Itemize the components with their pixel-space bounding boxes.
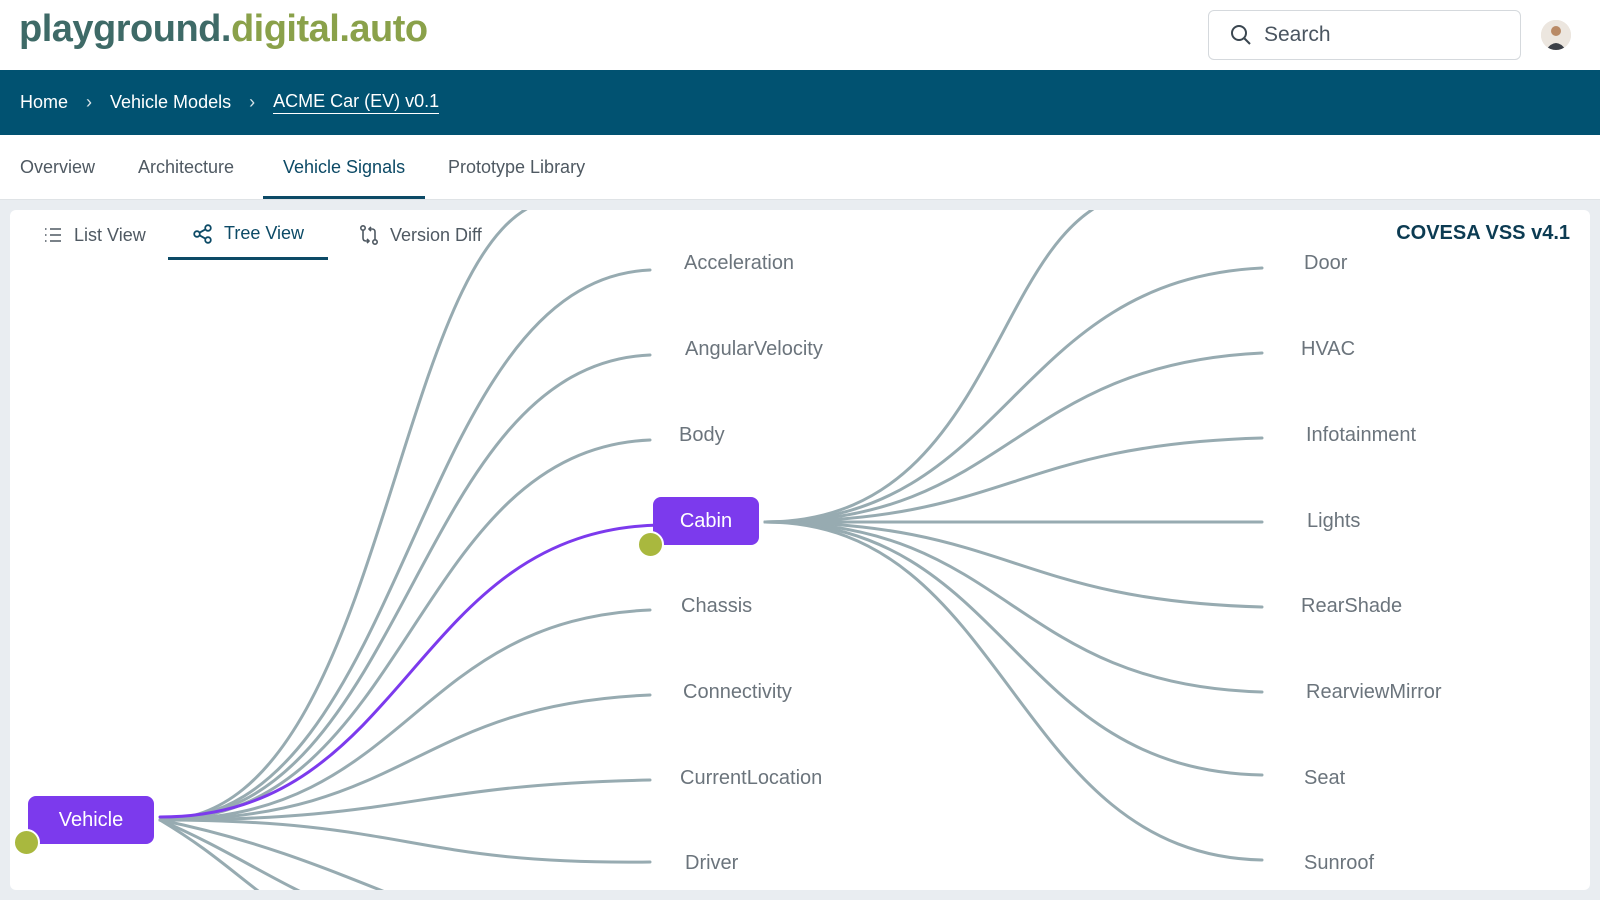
breadcrumb-vehicle-models[interactable]: Vehicle Models <box>110 92 231 113</box>
app-logo[interactable]: playground.digital.auto <box>19 8 428 51</box>
tree-node-seat[interactable]: Seat <box>1304 767 1345 790</box>
tree-node-angularvelocity[interactable]: AngularVelocity <box>685 338 823 361</box>
tree-node-cabin[interactable]: Cabin <box>653 497 759 545</box>
tree-node-infotainment[interactable]: Infotainment <box>1306 424 1416 447</box>
tab-architecture[interactable]: Architecture <box>118 135 254 199</box>
chevron-right-icon: › <box>86 92 93 112</box>
top-bar: playground.digital.auto Search <box>0 0 1600 70</box>
link-cabin-seat <box>763 520 1264 777</box>
link-cabin-offscreen <box>763 210 1095 524</box>
tree-node-hvac[interactable]: HVAC <box>1301 338 1355 361</box>
tree-node-body[interactable]: Body <box>679 424 725 447</box>
link-vehicle-offscreen-4 <box>158 818 385 890</box>
tree-node-sunroof[interactable]: Sunroof <box>1304 852 1374 875</box>
user-avatar[interactable] <box>1541 20 1571 50</box>
link-vehicle-cabin-highlight <box>158 523 662 819</box>
tab-prototype-library[interactable]: Prototype Library <box>428 135 605 199</box>
link-cabin-door <box>763 266 1264 524</box>
chevron-right-icon: › <box>249 92 256 112</box>
tree-node-rearshade[interactable]: RearShade <box>1301 595 1402 618</box>
avatar-icon <box>1541 20 1571 50</box>
link-cabin-rearviewmirror <box>763 520 1264 694</box>
tree-node-vehicle[interactable]: Vehicle <box>28 796 154 844</box>
tree-node-currentlocation[interactable]: CurrentLocation <box>680 767 822 790</box>
tab-vehicle-signals[interactable]: Vehicle Signals <box>263 135 426 199</box>
link-cabin-sunroof <box>763 520 1264 862</box>
logo-part-2: digital.auto <box>230 8 428 50</box>
breadcrumb-current-model[interactable]: ACME Car (EV) v0.1 <box>273 91 440 114</box>
tree-node-driver[interactable]: Driver <box>685 852 738 875</box>
link-vehicle-offscreen-3 <box>158 818 301 890</box>
link-vehicle-acceleration <box>158 268 652 822</box>
tree-node-chassis[interactable]: Chassis <box>681 595 752 618</box>
link-vehicle-angularvelocity <box>158 353 652 822</box>
tree-node-acceleration[interactable]: Acceleration <box>684 252 794 275</box>
link-vehicle-offscreen-2 <box>158 818 260 890</box>
tree-node-lights[interactable]: Lights <box>1307 510 1360 533</box>
collapse-toggle-cabin[interactable] <box>637 531 664 558</box>
tree-node-door[interactable]: Door <box>1304 252 1347 275</box>
signals-card: List View Tree View Version Diff COVESA … <box>10 210 1590 890</box>
search-box[interactable]: Search <box>1208 10 1521 60</box>
model-tabs: Overview Architecture Vehicle Signals Pr… <box>0 135 1600 200</box>
logo-part-1: playground. <box>19 8 231 50</box>
tree-node-rearviewmirror[interactable]: RearviewMirror <box>1306 681 1442 704</box>
breadcrumb: Home › Vehicle Models › ACME Car (EV) v0… <box>0 70 1600 135</box>
tree-node-connectivity[interactable]: Connectivity <box>683 681 792 704</box>
collapse-toggle-vehicle[interactable] <box>13 829 40 856</box>
tab-overview[interactable]: Overview <box>0 135 115 199</box>
search-placeholder: Search <box>1264 23 1331 46</box>
link-vehicle-offscreen-1 <box>158 210 529 822</box>
content-frame: List View Tree View Version Diff COVESA … <box>0 200 1600 900</box>
search-icon <box>1231 25 1251 45</box>
link-cabin-hvac <box>763 351 1264 524</box>
breadcrumb-home[interactable]: Home <box>20 92 68 113</box>
